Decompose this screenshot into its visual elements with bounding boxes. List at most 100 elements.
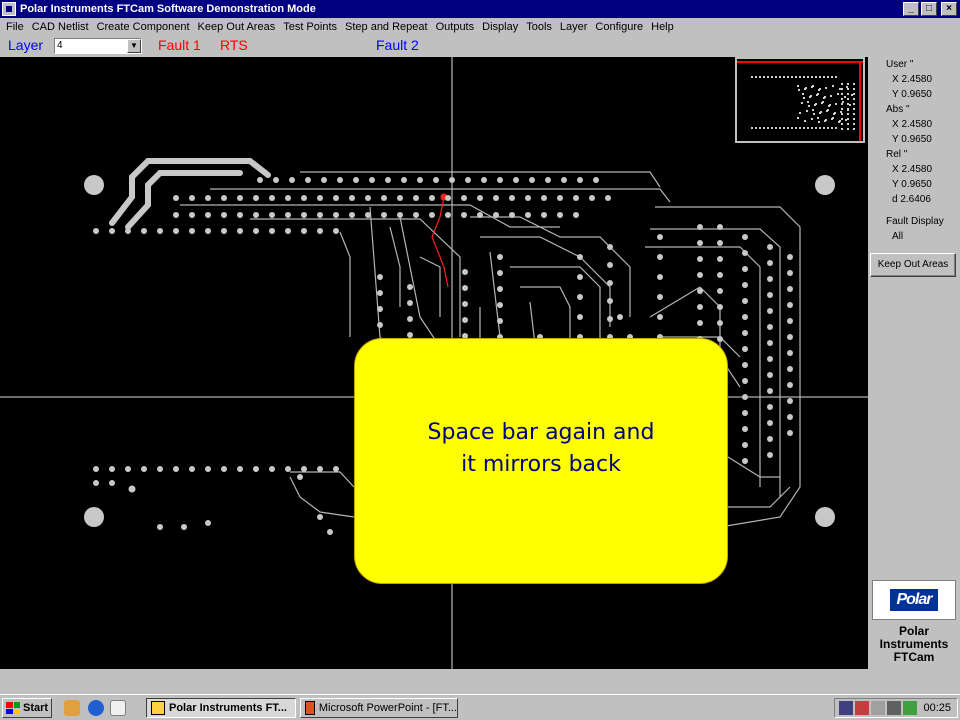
mini-pad <box>825 119 827 121</box>
menu-file[interactable]: File <box>2 21 28 33</box>
pad <box>742 298 748 304</box>
mounting-hole <box>815 175 835 195</box>
pad <box>377 274 383 280</box>
mini-map[interactable] <box>735 57 865 143</box>
pad <box>497 270 503 276</box>
clock: 00:25 <box>923 702 951 714</box>
pad <box>429 212 435 218</box>
mini-pad <box>751 76 753 78</box>
layer-select[interactable]: 4 ▼ <box>54 38 142 54</box>
task-polar-instruments[interactable]: Polar Instruments FT... <box>146 698 296 718</box>
pad <box>525 195 531 201</box>
pad <box>767 388 773 394</box>
pad <box>305 177 311 183</box>
keep-out-areas-button[interactable]: Keep Out Areas <box>870 253 956 277</box>
menu-configure[interactable]: Configure <box>591 21 647 33</box>
task-powerpoint[interactable]: Microsoft PowerPoint - [FT... <box>300 698 458 718</box>
pad <box>481 177 487 183</box>
menu-cad-netlist[interactable]: CAD Netlist <box>28 21 93 33</box>
mini-pad <box>818 121 820 123</box>
layer-label: Layer <box>8 37 44 53</box>
menu-help[interactable]: Help <box>647 21 678 33</box>
menu-display[interactable]: Display <box>478 21 522 33</box>
mini-pad <box>853 128 855 130</box>
maximize-button[interactable]: □ <box>921 2 937 16</box>
pad <box>497 177 503 183</box>
pad <box>333 466 339 472</box>
menu-layer[interactable]: Layer <box>556 21 592 33</box>
tray-status-icon[interactable] <box>903 701 917 715</box>
mini-pad <box>791 76 793 78</box>
mini-pad <box>849 104 851 106</box>
quicklaunch-icon[interactable] <box>64 700 80 716</box>
pad <box>787 382 793 388</box>
minimize-button[interactable]: _ <box>903 2 919 16</box>
mini-pad <box>837 93 839 95</box>
menu-keep-out-areas[interactable]: Keep Out Areas <box>194 21 280 33</box>
pad <box>253 228 259 234</box>
fault1-label[interactable]: Fault 1 <box>158 37 201 53</box>
pad <box>767 324 773 330</box>
mini-pad <box>853 83 855 85</box>
browser-icon[interactable] <box>88 700 104 716</box>
pad <box>717 288 723 294</box>
pad <box>301 228 307 234</box>
pad <box>237 228 243 234</box>
menu-tools[interactable]: Tools <box>522 21 556 33</box>
pad <box>493 195 499 201</box>
tray-tool-icon[interactable] <box>887 701 901 715</box>
mini-pad <box>825 87 827 89</box>
pad <box>717 256 723 262</box>
mini-pad <box>847 88 849 90</box>
chevron-down-icon[interactable]: ▼ <box>127 39 141 53</box>
mini-pad <box>805 87 807 89</box>
volume-icon[interactable] <box>871 701 885 715</box>
start-button[interactable]: Start <box>2 698 52 718</box>
close-button[interactable]: × <box>941 2 957 16</box>
tray-app-icon[interactable] <box>855 701 869 715</box>
menu-test-points[interactable]: Test Points <box>279 21 341 33</box>
callout-line-1: Space bar again and <box>427 420 655 445</box>
pad <box>445 195 451 201</box>
pad <box>767 420 773 426</box>
mini-pad <box>813 113 815 115</box>
title-bar[interactable]: Polar Instruments FTCam Software Demonst… <box>0 0 960 18</box>
mini-pad <box>801 102 803 104</box>
mini-pad <box>799 127 801 129</box>
pad <box>327 529 333 535</box>
pad <box>257 177 263 183</box>
mini-pad <box>791 127 793 129</box>
user-x-value: X 2.4580 <box>892 74 933 85</box>
mini-pad <box>853 108 855 110</box>
mini-pad <box>832 85 834 87</box>
fault-display-value: All <box>892 231 904 242</box>
pad <box>141 228 147 234</box>
pad <box>787 318 793 324</box>
mini-pad <box>812 85 814 87</box>
network-icon[interactable] <box>839 701 853 715</box>
pad <box>767 404 773 410</box>
mini-pad <box>847 93 849 95</box>
pad <box>477 195 483 201</box>
pad <box>742 330 748 336</box>
rts-label[interactable]: RTS <box>220 37 248 53</box>
mini-pad <box>845 119 847 121</box>
pad <box>787 286 793 292</box>
mini-pad <box>767 76 769 78</box>
notepad-icon[interactable] <box>110 700 126 716</box>
pad <box>269 466 275 472</box>
pad <box>173 212 179 218</box>
menu-step-and-repeat[interactable]: Step and Repeat <box>341 21 432 33</box>
pad <box>401 177 407 183</box>
pad <box>269 212 275 218</box>
pad <box>577 314 583 320</box>
pad <box>742 234 748 240</box>
pad <box>513 177 519 183</box>
fault2-label[interactable]: Fault 2 <box>376 37 419 53</box>
menu-outputs[interactable]: Outputs <box>432 21 479 33</box>
menu-create-component[interactable]: Create Component <box>93 21 194 33</box>
pad <box>477 212 483 218</box>
pad <box>173 195 179 201</box>
pad <box>109 228 115 234</box>
pad <box>285 195 291 201</box>
